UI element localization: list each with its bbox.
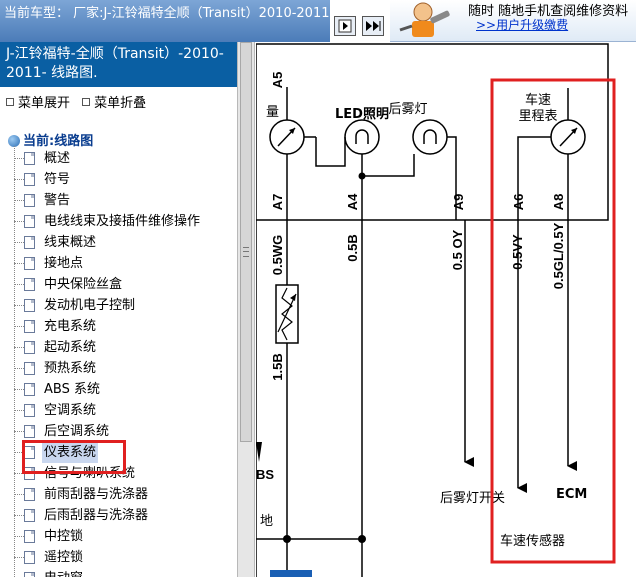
- tree-root[interactable]: 当前:线路图: [8, 130, 93, 149]
- document-icon: [24, 320, 35, 333]
- menu-toggle-bar: 菜单展开 菜单折叠: [6, 92, 154, 111]
- tree-item[interactable]: 接地点: [14, 253, 236, 274]
- tree-item[interactable]: 起动系统: [14, 337, 236, 358]
- document-icon: [24, 152, 35, 165]
- document-icon: [24, 257, 35, 270]
- document-icon: [24, 341, 35, 354]
- tree-item[interactable]: ABS 系统: [14, 379, 236, 400]
- wire-label-a9: 0.5 OY: [450, 229, 465, 270]
- tree-item[interactable]: 概述: [14, 148, 236, 169]
- tree-item[interactable]: 空调系统: [14, 400, 236, 421]
- document-icon: [24, 509, 35, 522]
- tree-root-label: 当前:线路图: [23, 134, 94, 149]
- speed-sensor-label: 车速传感器: [500, 533, 565, 549]
- collapse-icon: [82, 98, 91, 106]
- diagram-canvas: A5 量 LED照明 后雾灯 车速 里程表 A7 A4 A9 A6 A8 0.5…: [256, 43, 616, 577]
- document-icon: [24, 194, 35, 207]
- document-icon: [24, 572, 35, 577]
- speedometer-label-1: 车速: [525, 92, 551, 108]
- gauge-label: 量: [266, 105, 279, 120]
- led-lamp-icon: [344, 119, 380, 155]
- document-icon: [24, 173, 35, 186]
- ecm-label: ECM: [556, 487, 587, 502]
- tree-item[interactable]: 符号: [14, 169, 236, 190]
- wire-label-a7: 0.5WG: [270, 235, 285, 275]
- tree-item[interactable]: 遥控锁: [14, 547, 236, 568]
- tree-item[interactable]: 预热系统: [14, 358, 236, 379]
- left-panel-scrollbar[interactable]: [237, 42, 255, 577]
- document-icon: [24, 299, 35, 312]
- prev-page-button[interactable]: [334, 16, 356, 36]
- abs-label: BS: [256, 467, 274, 482]
- upgrade-link[interactable]: >>用户升级缴费: [476, 16, 568, 33]
- highlight-box: [22, 440, 126, 474]
- document-icon: [24, 488, 35, 501]
- top-bar: 当前车型： 厂家:J-江铃福特全顺（Transit）2010-2011 随时 随…: [0, 0, 636, 42]
- wire-label-a8: 0.5GL/0.5Y: [551, 222, 566, 289]
- grip-icon: [243, 247, 249, 257]
- tree-item[interactable]: 后雨刮器与洗涤器: [14, 505, 236, 526]
- tree-item[interactable]: 警告: [14, 190, 236, 211]
- tree-item[interactable]: 前雨刮器与洗涤器: [14, 484, 236, 505]
- mechanic-mascot-icon: [399, 2, 450, 37]
- document-icon: [24, 383, 35, 396]
- ground-label: 地: [260, 514, 273, 529]
- double-arrow-icon: [366, 21, 381, 31]
- blue-tab-partial: [270, 570, 312, 577]
- tree-item[interactable]: 电线线束及接插件维修操作: [14, 211, 236, 232]
- tree-item[interactable]: 电动窗: [14, 568, 236, 577]
- wire-label-a4: 0.5B: [345, 234, 360, 261]
- led-illumination-label: LED照明: [335, 107, 389, 122]
- document-icon: [24, 362, 35, 375]
- fog-lamp-icon: [412, 119, 448, 155]
- fog-switch-label: 后雾灯开关: [440, 491, 505, 506]
- tree-item[interactable]: 中央保险丝盒: [14, 274, 236, 295]
- current-model-label: 当前车型： 厂家:J-江铃福特全顺（Transit）2010-2011: [4, 6, 330, 21]
- wiring-diagram: A5 量 LED照明 后雾灯 车速 里程表 A7 A4 A9 A6 A8 0.5…: [256, 42, 636, 577]
- pin-label-a4: A4: [345, 193, 360, 210]
- wire-label-a6: 0.5VY: [510, 234, 525, 270]
- scrollbar-thumb[interactable]: [240, 42, 252, 442]
- tree-item[interactable]: 充电系统: [14, 316, 236, 337]
- pin-label-a6: A6: [511, 194, 526, 211]
- next-page-button[interactable]: [362, 16, 384, 36]
- document-title: J-江铃福特-全顺（Transit）-2010-2011- 线路图.: [0, 42, 237, 87]
- document-icon: [24, 404, 35, 417]
- rear-fog-lamp-label: 后雾灯: [388, 102, 427, 117]
- navigation-panel: J-江铃福特-全顺（Transit）-2010-2011- 线路图. 菜单展开 …: [0, 42, 237, 577]
- wire-label-ground: 1.5B: [270, 353, 285, 380]
- document-icon: [24, 278, 35, 291]
- tree-item[interactable]: 后空调系统: [14, 421, 236, 442]
- tree-item[interactable]: 发动机电子控制: [14, 295, 236, 316]
- menu-expand-button[interactable]: 菜单展开: [18, 96, 70, 111]
- pin-label-a5: A5: [270, 72, 285, 89]
- expand-icon: [6, 98, 14, 106]
- document-icon: [24, 215, 35, 228]
- arrow-right-icon: [338, 19, 352, 33]
- current-model-bar: 当前车型： 厂家:J-江铃福特全顺（Transit）2010-2011: [0, 0, 330, 42]
- pin-label-a7: A7: [270, 194, 285, 211]
- document-icon: [24, 551, 35, 564]
- menu-collapse-button[interactable]: 菜单折叠: [94, 96, 146, 111]
- document-icon: [24, 236, 35, 249]
- document-icon: [24, 425, 35, 438]
- pin-label-a9: A9: [451, 194, 466, 211]
- junction-dot: [358, 172, 366, 180]
- upgrade-banner[interactable]: 随时 随地手机查阅维修资料 >>用户升级缴费: [390, 0, 636, 42]
- tree-item[interactable]: 线束概述: [14, 232, 236, 253]
- document-icon: [24, 530, 35, 543]
- tree-item[interactable]: 中控锁: [14, 526, 236, 547]
- highlight-box: [490, 78, 616, 564]
- tree-list: 概述 符号 警告 电线线束及接插件维修操作 线束概述 接地点 中央保险丝盒 发动…: [14, 148, 236, 577]
- speedometer-label-2: 里程表: [518, 109, 557, 124]
- pin-label-a8: A8: [551, 194, 566, 211]
